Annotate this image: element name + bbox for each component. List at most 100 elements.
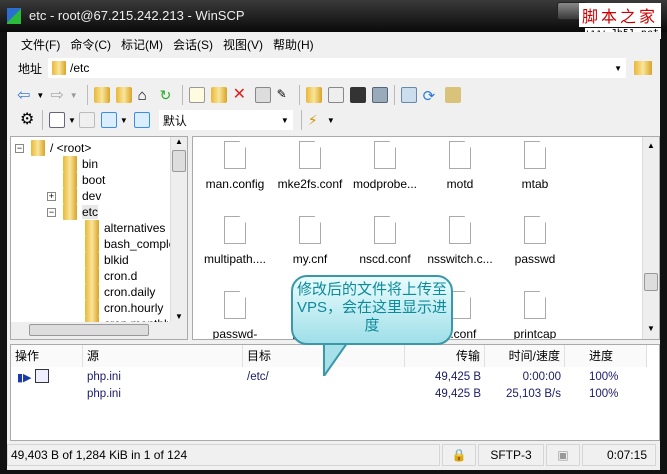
window-title: etc - root@67.215.242.213 - WinSCP xyxy=(29,8,245,23)
queue-header-time-speed[interactable]: 时间/速度 xyxy=(485,345,565,367)
queue-header-operation[interactable]: 操作 xyxy=(11,345,83,367)
queue-progress: 100% xyxy=(589,371,619,383)
address-input[interactable]: /etc ▼ xyxy=(48,58,627,78)
file-name: nscd.conf xyxy=(359,252,411,266)
tree-item[interactable]: boot xyxy=(63,172,105,188)
tree-vertical-scrollbar[interactable]: ▲ ▼ xyxy=(170,137,187,323)
delete-icon[interactable]: ✕ xyxy=(233,87,249,103)
queue-target: /etc/ xyxy=(247,371,269,383)
queue-header-progress[interactable]: 进度 xyxy=(565,345,647,367)
expand-icon[interactable]: + xyxy=(47,191,56,201)
new-folder-icon[interactable] xyxy=(305,87,322,103)
sync-browse-icon[interactable]: ⟳ xyxy=(423,87,439,105)
file-name: nsswitch.c... xyxy=(427,252,493,266)
tree-item-label: blkid xyxy=(104,253,129,267)
address-bar: 地址 /etc ▼ xyxy=(7,56,660,80)
file-item[interactable]: passwd xyxy=(497,216,573,266)
tree-item[interactable]: cron.d xyxy=(85,268,137,284)
menu-help[interactable]: 帮助(H) xyxy=(273,36,314,53)
file-icon xyxy=(524,141,546,169)
collapse-icon[interactable]: − xyxy=(47,207,56,217)
tree-icon[interactable] xyxy=(133,112,150,128)
tree-item[interactable]: + dev xyxy=(47,188,102,204)
file-item[interactable]: nscd.conf xyxy=(347,216,423,266)
tree-item-label: cron.daily xyxy=(104,285,156,299)
synchronize-icon[interactable] xyxy=(400,87,417,103)
find-icon[interactable] xyxy=(444,87,461,103)
session-icon[interactable] xyxy=(371,87,388,103)
home-icon[interactable]: ⌂ xyxy=(138,87,154,104)
queue-source: php.ini xyxy=(87,371,121,383)
file-item[interactable]: mtab xyxy=(497,141,573,191)
open-folder-icon[interactable] xyxy=(634,61,653,75)
lightning-icon[interactable]: ⚡ xyxy=(308,112,324,128)
folder-icon xyxy=(63,156,77,172)
folder-icon xyxy=(31,140,45,156)
queue-icon[interactable] xyxy=(78,112,95,128)
tree-item[interactable]: − etc xyxy=(47,204,99,220)
file-item[interactable]: multipath.... xyxy=(197,216,273,266)
collapse-icon[interactable]: − xyxy=(15,143,24,153)
menu-session[interactable]: 会话(S) xyxy=(173,36,213,53)
queue-progress: 100% xyxy=(589,388,619,400)
copy-icon[interactable] xyxy=(100,112,117,128)
tree-item[interactable]: blkid xyxy=(85,252,129,268)
queue-header-transferred[interactable]: 传输 xyxy=(405,345,485,367)
main-window: 文件(F) 命令(C) 标记(M) 会话(S) 视图(V) 帮助(H) 地址 /… xyxy=(7,32,660,470)
upload-arrow-icon: ▮▶ xyxy=(17,372,32,384)
file-item[interactable]: motd xyxy=(422,141,498,191)
menu-mark[interactable]: 标记(M) xyxy=(121,36,163,53)
queue-header-source[interactable]: 源 xyxy=(83,345,243,367)
properties-icon[interactable] xyxy=(254,87,271,103)
chevron-down-icon[interactable]: ▼ xyxy=(614,64,622,73)
file-item[interactable]: nsswitch.c... xyxy=(422,216,498,266)
queue-time: 0:00:00 xyxy=(522,371,561,383)
file-name: motd xyxy=(446,177,474,191)
tree-item[interactable]: alternatives xyxy=(85,220,165,236)
tree-horizontal-scrollbar[interactable] xyxy=(11,322,187,339)
menu-view[interactable]: 视图(V) xyxy=(223,36,263,53)
menu-commands[interactable]: 命令(C) xyxy=(70,36,111,53)
file-item[interactable]: man.config xyxy=(197,141,273,191)
back-icon[interactable]: ⇦ xyxy=(17,85,30,105)
tree-item-label: etc xyxy=(82,205,99,219)
open-icon[interactable] xyxy=(210,87,227,103)
toolbar: ⇦ ▼ ⇨ ▼ ⌂ ↻ ✕ ✎ ⟳ xyxy=(7,82,660,108)
files-vertical-scrollbar[interactable]: ▲ ▼ xyxy=(642,137,659,339)
forward-icon[interactable]: ⇨ xyxy=(50,85,63,105)
terminal-icon[interactable] xyxy=(349,87,366,103)
file-name: passwd- xyxy=(212,327,258,340)
file-item[interactable]: modprobe... xyxy=(347,141,423,191)
tree-item-label: dev xyxy=(82,189,102,203)
file-icon xyxy=(374,141,396,169)
file-name: mtab xyxy=(521,177,549,191)
file-icon xyxy=(524,291,546,319)
file-item[interactable]: mke2fs.conf xyxy=(272,141,348,191)
tree-item[interactable]: − / <root> xyxy=(15,140,92,156)
root-folder-icon[interactable] xyxy=(115,87,132,103)
transfer-settings-select[interactable]: 默认 ▼ xyxy=(158,110,293,130)
file-name: man.config xyxy=(205,177,265,191)
status-elapsed: 0:07:15 xyxy=(582,444,656,466)
gear-icon[interactable]: ⚙ xyxy=(20,112,36,128)
tree-item[interactable]: cron.hourly xyxy=(85,300,163,316)
file-item[interactable]: printcap xyxy=(497,291,573,339)
parent-folder-icon[interactable] xyxy=(93,87,110,103)
folder-icon xyxy=(63,204,77,220)
file-icon xyxy=(299,141,321,169)
folder-icon xyxy=(85,300,99,316)
tree-item[interactable]: cron.daily xyxy=(85,284,155,300)
file-item[interactable]: my.cnf xyxy=(272,216,348,266)
chevron-down-icon: ▼ xyxy=(280,115,289,125)
view-icon[interactable] xyxy=(49,112,65,128)
rename-icon[interactable]: ✎ xyxy=(277,87,293,103)
permissions-icon[interactable] xyxy=(327,87,344,103)
refresh-icon[interactable]: ↻ xyxy=(160,87,176,103)
tree-item-label: / <root> xyxy=(50,141,92,155)
status-bar: 49,403 B of 1,284 KiB in 1 of 124 🔒 SFTP… xyxy=(7,444,660,468)
edit-icon[interactable] xyxy=(188,87,205,103)
file-item[interactable]: passwd- xyxy=(197,291,273,340)
tree-item[interactable]: bin xyxy=(63,156,98,172)
directory-tree[interactable]: cron.monthlycron.hourlycron.dailycron.db… xyxy=(10,136,188,340)
menu-file[interactable]: 文件(F) xyxy=(21,36,60,53)
